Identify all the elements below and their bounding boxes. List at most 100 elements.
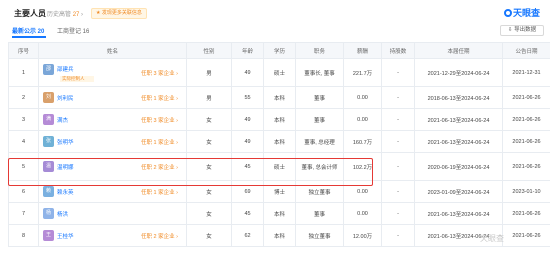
row-number: 4 [8, 130, 39, 153]
person-cell: 王王桂华 任职 2 家企业 › [38, 224, 187, 247]
shares-cell: - [381, 86, 415, 109]
salary-cell: 221.7万 [343, 58, 382, 87]
table-row: 5 温温明娜 任职 2 家企业 › 女 45 硕士 董事, 总会计师 102.2万 -2020-… [8, 152, 550, 181]
person-cell: 邵邵建兵 实际控制人 任职 3 家企业 › [38, 58, 187, 87]
person-cell: 赖赖永英 任职 1 家企业 › [38, 180, 187, 203]
shares-cell: - [381, 180, 415, 203]
column-header: 持股数 [381, 42, 415, 59]
row-number: 2 [8, 86, 39, 109]
row-number: 8 [8, 224, 39, 247]
related-companies-link[interactable]: 任职 1 家企业 › [141, 94, 178, 102]
position-cell: 独立董事 [295, 180, 344, 203]
position-cell: 董事, 总会计师 [295, 152, 344, 181]
term-cell: 2021-06-13至2024-06-24 [414, 202, 503, 225]
column-header: 薪酬 [343, 42, 382, 59]
education-cell: 本科 [263, 202, 296, 225]
person-name-link[interactable]: 邵建兵 [57, 65, 74, 73]
related-info-notice[interactable]: ★ 发现更多关联信息 [91, 8, 147, 19]
gender-cell: 女 [186, 152, 232, 181]
person-name-link[interactable]: 张明华 [57, 138, 74, 146]
shares-cell: - [381, 202, 415, 225]
education-cell: 本科 [263, 108, 296, 131]
person-name-link[interactable]: 温明娜 [57, 163, 74, 171]
avatar[interactable]: 王 [43, 230, 54, 241]
salary-cell: 12.00万 [343, 224, 382, 247]
related-companies-link[interactable]: 任职 1 家企业 › [141, 188, 178, 196]
chevron-right-icon: › [81, 12, 84, 18]
announce-date-cell: 2021-06-26 [502, 202, 550, 225]
announce-date-cell: 2021-12-31 [502, 58, 550, 87]
education-cell: 博士 [263, 180, 296, 203]
tianyancha-logo: 天眼查 [504, 6, 540, 19]
position-cell: 董事 [295, 202, 344, 225]
history-executives-link[interactable]: 历史高管 27 › [47, 9, 83, 18]
shares-cell: - [381, 58, 415, 87]
column-header: 公告日期 [502, 42, 550, 59]
table-row: 3 满满杰 任职 3 家企业 › 女 49 本科 董事 0.00-2021-06-13至202… [8, 108, 550, 131]
education-cell: 硕士 [263, 152, 296, 181]
section-title: 主要人员 [14, 9, 46, 18]
age-cell: 45 [231, 152, 264, 181]
row-number: 6 [8, 180, 39, 203]
education-cell: 硕士 [263, 58, 296, 87]
term-cell: 2020-06-19至2024-06-24 [414, 152, 503, 181]
avatar[interactable]: 刘 [43, 92, 54, 103]
row-number: 7 [8, 202, 39, 225]
history-count: 27 [72, 12, 80, 18]
salary-cell: 0.00 [343, 202, 382, 225]
column-header: 职务 [295, 42, 344, 59]
history-label: 历史高管 [47, 12, 72, 18]
related-companies-link[interactable]: 任职 3 家企业 › [141, 69, 178, 77]
export-data-button[interactable]: ⇩ 导出数据 [500, 25, 544, 36]
gender-cell: 女 [186, 108, 232, 131]
tab-business-registration[interactable]: 工商登记 16 [57, 26, 89, 35]
announce-date-cell: 2021-06-26 [502, 224, 550, 247]
age-cell: 49 [231, 130, 264, 153]
person-name-link[interactable]: 杨洪 [57, 210, 68, 218]
term-cell: 2021-06-13至2024-06-24 [414, 108, 503, 131]
column-header: 姓名 [38, 42, 187, 59]
position-cell: 董事, 总经理 [295, 130, 344, 153]
person-cell: 张张明华 任职 1 家企业 › [38, 130, 187, 153]
related-companies-link[interactable]: 任职 2 家企业 › [141, 163, 178, 171]
age-cell: 55 [231, 86, 264, 109]
table-body: 1 邵邵建兵 实际控制人 任职 3 家企业 › 男 49 硕士 董事长, 董事 221.7万 -2… [8, 58, 550, 247]
personnel-table: 序号姓名性别年龄学历职务薪酬持股数本届任期公告日期操作 1邵邵建兵实际控制人任职… [8, 42, 550, 247]
salary-cell: 0.00 [343, 180, 382, 203]
avatar[interactable]: 张 [43, 136, 54, 147]
tab-latest-disclosure[interactable]: 最新公示 20 [12, 26, 44, 35]
person-cell: 杨杨洪 [38, 202, 187, 225]
age-cell: 45 [231, 202, 264, 225]
column-header: 序号 [8, 42, 39, 59]
table-row: 7 杨杨洪女 45 本科 董事 0.00-2021-06-13至2024-06-24 202… [8, 202, 550, 225]
related-companies-link[interactable]: 任职 3 家企业 › [141, 116, 178, 124]
person-cell: 满满杰 任职 3 家企业 › [38, 108, 187, 131]
person-name-link[interactable]: 刘利民 [57, 94, 74, 102]
announce-date-cell: 2021-06-26 [502, 152, 550, 181]
person-name-link[interactable]: 王桂华 [57, 232, 74, 240]
column-header: 学历 [263, 42, 296, 59]
row-number: 1 [8, 58, 39, 87]
avatar[interactable]: 邵 [43, 63, 54, 75]
row-number: 3 [8, 108, 39, 131]
shares-cell: - [381, 130, 415, 153]
announce-date-cell: 2021-06-26 [502, 108, 550, 131]
avatar[interactable]: 温 [43, 161, 54, 172]
shares-cell: - [381, 108, 415, 131]
person-cell: 刘刘利民 任职 1 家企业 › [38, 86, 187, 109]
avatar[interactable]: 满 [43, 114, 54, 125]
table-row: 1 邵邵建兵 实际控制人 任职 3 家企业 › 男 49 硕士 董事长, 董事 221.7万 -2… [8, 58, 550, 87]
avatar[interactable]: 赖 [43, 186, 54, 197]
announce-date-cell: 2021-06-26 [502, 86, 550, 109]
related-companies-link[interactable]: 任职 1 家企业 › [141, 138, 178, 146]
related-companies-link[interactable]: 任职 2 家企业 › [141, 232, 178, 240]
person-name-link[interactable]: 满杰 [57, 116, 68, 124]
gender-cell: 男 [186, 58, 232, 87]
education-cell: 本科 [263, 130, 296, 153]
table-row: 4 张张明华 任职 1 家企业 › 女 49 本科 董事, 总经理 160.7万 -2021-0… [8, 130, 550, 153]
announce-date-cell: 2021-06-26 [502, 130, 550, 153]
avatar[interactable]: 杨 [43, 208, 54, 219]
table-row: 6 赖赖永英 任职 1 家企业 › 女 69 博士 独立董事 0.00-2023-01-09至… [8, 180, 550, 203]
position-cell: 董事 [295, 108, 344, 131]
person-name-link[interactable]: 赖永英 [57, 188, 74, 196]
